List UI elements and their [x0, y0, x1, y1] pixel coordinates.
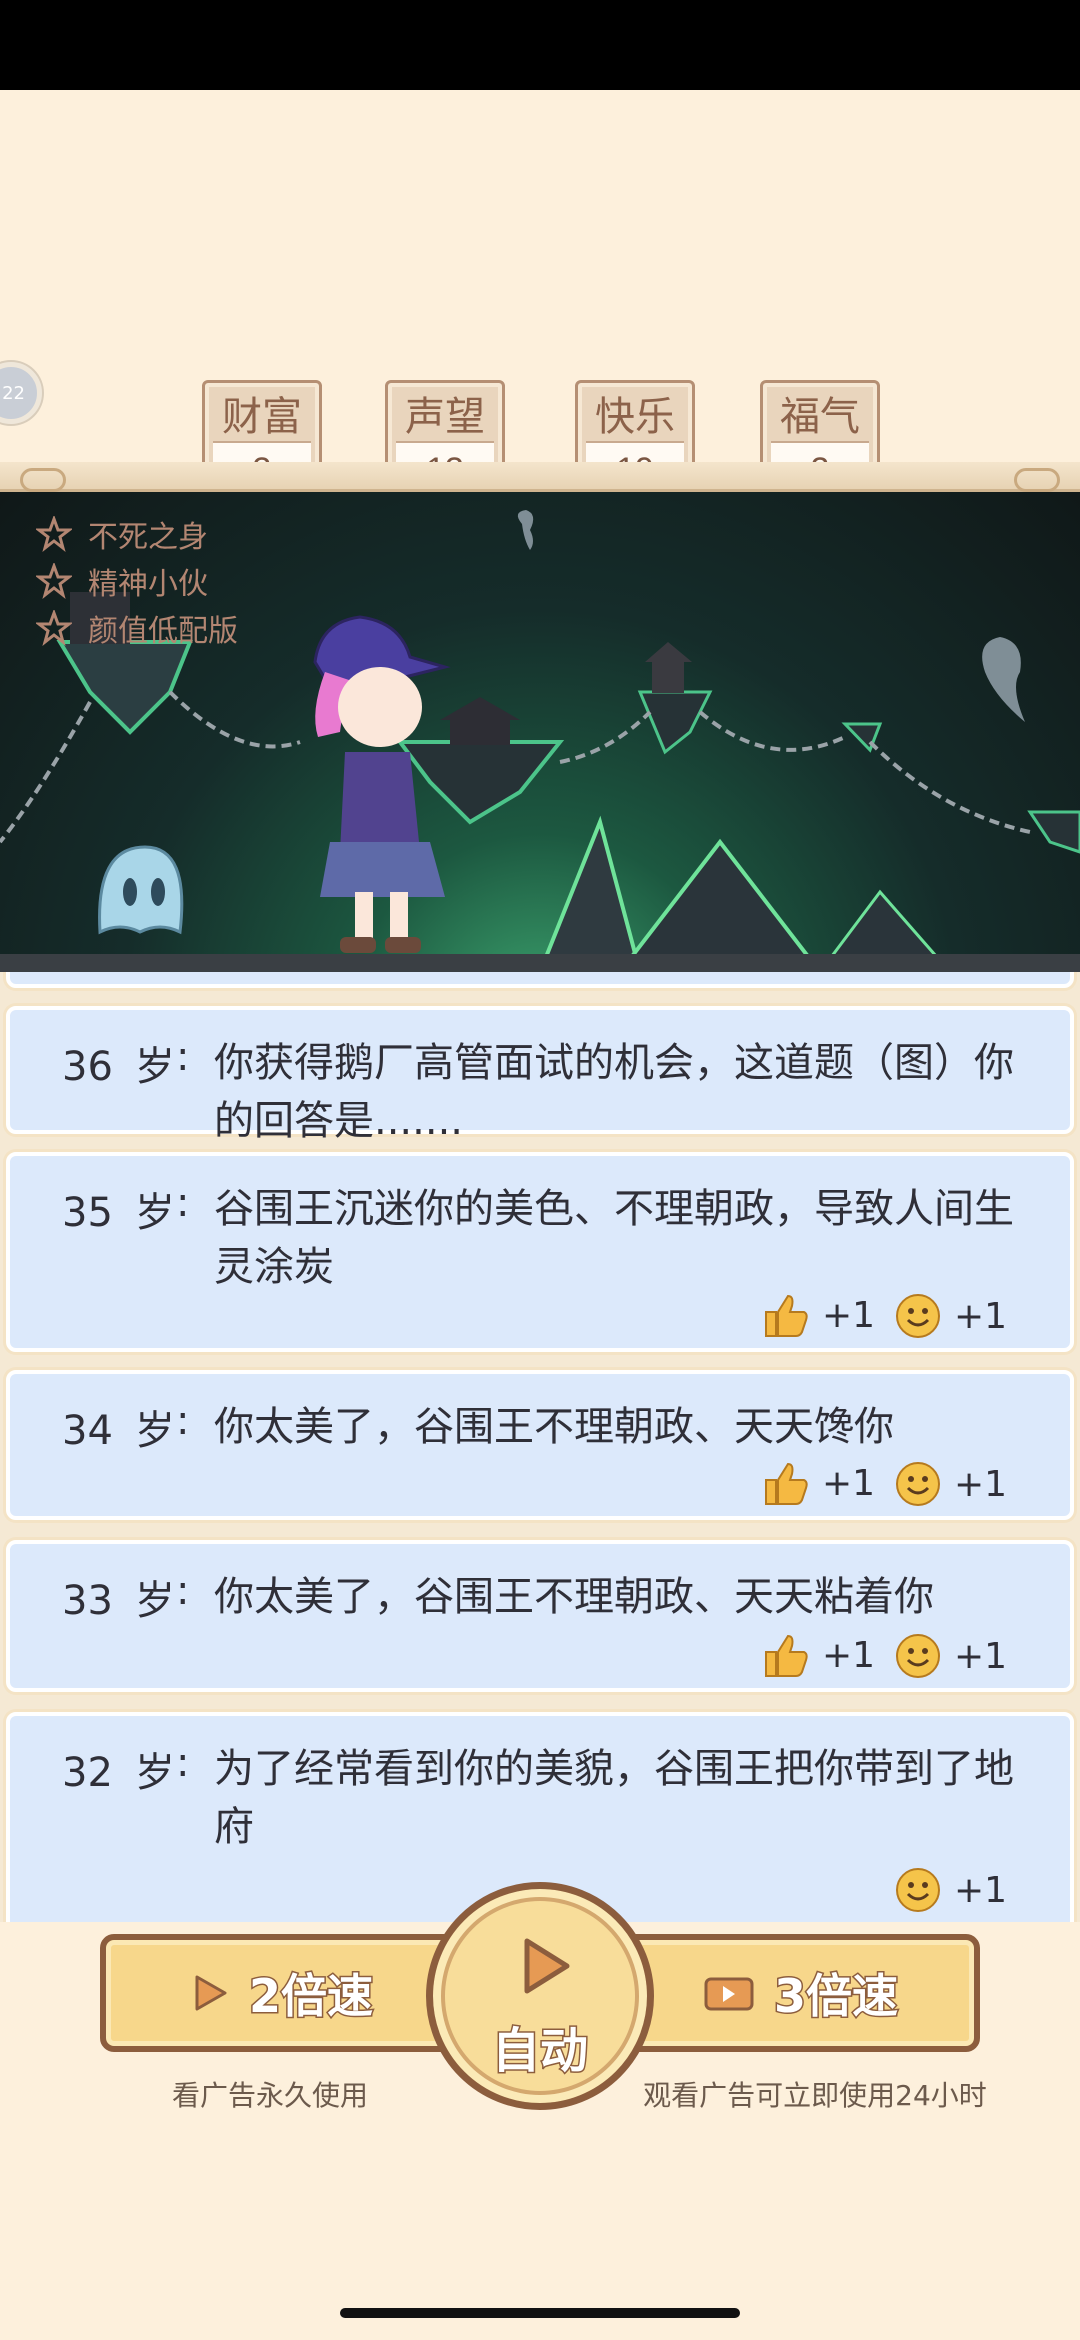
- smile-reaction: +1: [894, 1632, 1007, 1680]
- thumbs-up-icon: [765, 1634, 808, 1677]
- smile-icon: [896, 1294, 940, 1338]
- event-age: 35 岁: [62, 1190, 175, 1236]
- event-separator: :: [176, 1180, 190, 1226]
- event-card: 34 岁 : 你太美了，谷围王不理朝政、天天馋你 +1 +1: [6, 1370, 1074, 1520]
- event-card-partial: [6, 972, 1074, 988]
- trait-label: 不死之身: [88, 519, 208, 555]
- bottom-controls: 2倍速 看广告永久使用 3倍速 观看广告可立即使用24小时 自动: [0, 1882, 1080, 2340]
- speed-3x-button[interactable]: 3倍速: [620, 1934, 980, 2052]
- auto-label: 自动: [490, 2022, 589, 2081]
- event-card: 36 岁 : 你获得鹅厂高管面试的机会，这道题（图）你的回答是.......: [6, 1006, 1074, 1144]
- event-age: 33 岁: [62, 1578, 175, 1624]
- star-icon: [36, 562, 72, 599]
- event-separator: :: [176, 1398, 190, 1444]
- smile-icon: [896, 1868, 940, 1912]
- event-text: 你获得鹅厂高管面试的机会，这道题（图）你的回答是.......: [214, 1040, 1014, 1144]
- event-age: 32 岁: [62, 1750, 175, 1796]
- trait-item: 精神小伙: [36, 557, 238, 604]
- trait-label: 精神小伙: [88, 566, 208, 602]
- play-icon: [524, 1938, 570, 1994]
- video-icon: [704, 1977, 754, 2011]
- smile-reaction: +1: [894, 1866, 1007, 1914]
- speed-2x-label: 2倍速: [247, 1968, 374, 2025]
- stats-panel: 财富 3 声望 13 快乐 19 福气 2: [0, 90, 1080, 508]
- event-text: 为了经常看到你的美貌，谷围王把你带到了地府: [214, 1746, 1014, 1850]
- like-reaction: +1: [762, 1292, 875, 1338]
- smile-icon: [896, 1462, 940, 1506]
- stat-label: 财富: [222, 394, 302, 440]
- star-icon: [36, 609, 72, 646]
- event-separator: :: [176, 1740, 190, 1786]
- stat-label: 福气: [780, 394, 860, 440]
- trait-list: 不死之身 精神小伙 颜值低配版: [36, 510, 238, 651]
- life-event-list[interactable]: 36 岁 : 你获得鹅厂高管面试的机会，这道题（图）你的回答是....... 35…: [0, 972, 1080, 1922]
- stat-label: 快乐: [595, 394, 675, 440]
- speed-3x-note: 观看广告可立即使用24小时: [643, 2079, 987, 2112]
- stat-label: 声望: [405, 394, 485, 440]
- event-text: 谷围王沉迷你的美色、不理朝政，导致人间生灵涂炭: [214, 1186, 1014, 1290]
- event-card: 33 岁 : 你太美了，谷围王不理朝政、天天粘着你 +1 +1: [6, 1540, 1074, 1692]
- trait-item: 不死之身: [36, 510, 238, 557]
- event-age: 34 岁: [62, 1408, 175, 1454]
- status-bar: [0, 0, 1080, 90]
- play-icon: [195, 1975, 227, 2011]
- event-text: 你太美了，谷围王不理朝政、天天馋你: [214, 1404, 894, 1450]
- trait-item: 颜值低配版: [36, 604, 238, 651]
- event-separator: :: [176, 1568, 190, 1614]
- thumbs-up-icon: [765, 1462, 808, 1505]
- smile-reaction: +1: [894, 1292, 1007, 1340]
- game-scene: 不死之身 精神小伙 颜值低配版: [0, 492, 1080, 972]
- event-separator: :: [176, 1034, 190, 1080]
- speed-2x-note: 看广告永久使用: [171, 2079, 368, 2112]
- speed-3x-label: 3倍速: [772, 1968, 899, 2025]
- speed-2x-button[interactable]: 2倍速: [100, 1934, 460, 2052]
- like-reaction: +1: [762, 1632, 875, 1678]
- event-age: 36 岁: [62, 1044, 175, 1090]
- star-icon: [36, 515, 72, 552]
- like-reaction: +1: [762, 1460, 875, 1506]
- event-text: 你太美了，谷围王不理朝政、天天粘着你: [214, 1574, 934, 1620]
- home-indicator[interactable]: [340, 2308, 740, 2318]
- ornamental-divider: [0, 462, 1080, 492]
- auto-play-button[interactable]: 自动: [426, 1882, 654, 2110]
- event-card: 35 岁 : 谷围王沉迷你的美色、不理朝政，导致人间生灵涂炭 +1 +1: [6, 1152, 1074, 1352]
- trait-label: 颜值低配版: [88, 613, 238, 649]
- smile-reaction: +1: [894, 1460, 1007, 1508]
- smile-icon: [896, 1634, 940, 1678]
- thumbs-up-icon: [765, 1294, 808, 1337]
